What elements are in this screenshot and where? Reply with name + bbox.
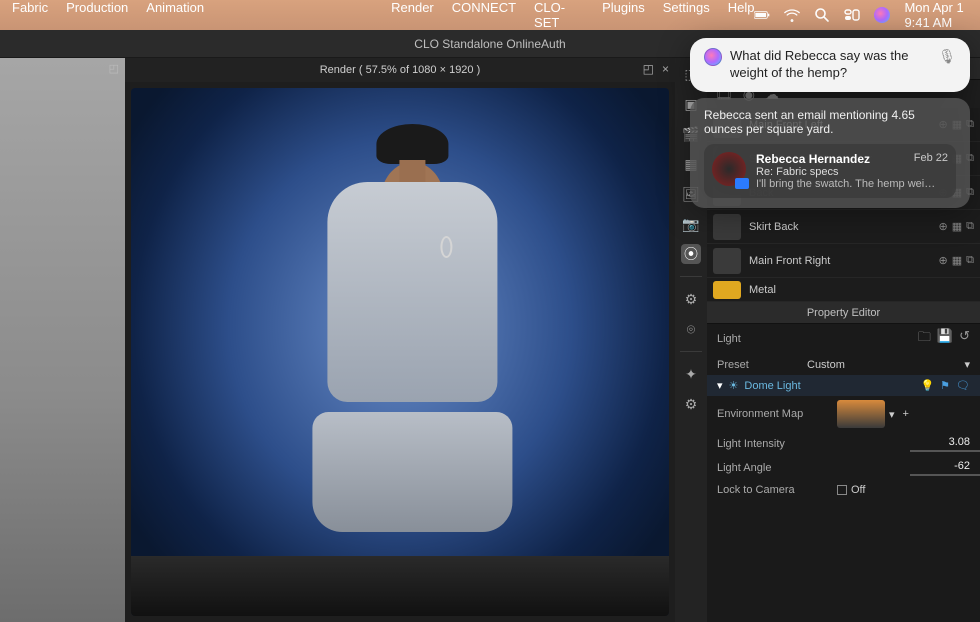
siri-orb-icon	[704, 48, 722, 66]
tool-gear-icon[interactable]: ⚙	[681, 289, 701, 309]
object-row[interactable]: Skirt Back ⊕ ▦ ⧉	[707, 210, 980, 244]
object-row[interactable]: Metal	[707, 278, 980, 302]
angle-value[interactable]: -62	[954, 460, 970, 472]
menu-help[interactable]: Help	[728, 0, 755, 30]
angle-slider[interactable]	[910, 474, 980, 476]
tool-snapshot-icon[interactable]: ⦿	[681, 244, 701, 264]
siri-overlay: What did Rebecca say was the weight of t…	[690, 38, 970, 208]
menu-production[interactable]: Production	[66, 0, 128, 30]
avatar-figure	[261, 162, 562, 595]
menu-render[interactable]: Render	[391, 0, 434, 30]
envmap-add-icon[interactable]: +	[903, 408, 909, 420]
lock-label: Lock to Camera	[717, 484, 837, 496]
wireframe-panel[interactable]: ◰	[0, 58, 125, 622]
siri-answer-bubble: Rebecca sent an email mentioning 4.65 ou…	[690, 98, 970, 208]
render-title: Render ( 57.5% of 1080 × 1920 )	[320, 64, 481, 76]
menu-connect[interactable]: CONNECT	[452, 0, 516, 30]
siri-query-text: What did Rebecca say was the weight of t…	[730, 48, 930, 82]
add-icon[interactable]: ⊕	[939, 254, 948, 267]
window-title: CLO Standalone OnlineAuth	[414, 37, 565, 51]
battery-icon[interactable]	[754, 7, 770, 23]
save-icon[interactable]: 💾	[937, 328, 953, 350]
lightbulb-icon[interactable]: 💡	[920, 379, 934, 392]
email-date: Feb 22	[914, 152, 948, 166]
render-popout-icon[interactable]: ◰	[643, 62, 654, 76]
menu-fabric[interactable]: Fabric	[12, 0, 48, 30]
lock-checkbox[interactable]	[837, 485, 847, 495]
tool-camera-icon[interactable]: 📷	[681, 214, 701, 234]
flag-icon[interactable]: ⚑	[940, 379, 950, 392]
control-center-icon[interactable]	[844, 7, 860, 23]
chat-icon[interactable]: 🗨	[956, 379, 970, 392]
object-label: Skirt Back	[749, 221, 939, 233]
tool-gear2-icon[interactable]: ⚙	[681, 394, 701, 414]
intensity-label: Light Intensity	[717, 438, 837, 450]
property-editor-panel: Property Editor Light 🗀 💾 ↺ Preset Custo…	[707, 302, 980, 622]
object-label: Metal	[749, 284, 974, 296]
intensity-slider[interactable]	[910, 450, 980, 452]
siri-query-bubble[interactable]: What did Rebecca say was the weight of t…	[690, 38, 970, 92]
search-icon[interactable]	[814, 7, 830, 23]
grid-icon[interactable]: ▦	[952, 254, 962, 267]
siri-answer-text: Rebecca sent an email mentioning 4.65 ou…	[704, 108, 956, 136]
intensity-value[interactable]: 3.08	[949, 436, 970, 448]
angle-label: Light Angle	[717, 462, 837, 474]
chevron-down-icon[interactable]: ▾	[964, 358, 970, 371]
copy-icon[interactable]: ⧉	[966, 220, 974, 233]
contact-name: Rebecca Hernandez	[756, 152, 870, 166]
object-label: Main Front Right	[749, 255, 939, 267]
contact-avatar	[712, 152, 746, 186]
preset-dropdown[interactable]: Custom	[807, 359, 964, 371]
menu-plugins[interactable]: Plugins	[602, 0, 645, 30]
menubar-datetime[interactable]: Mon Apr 1 9:41 AM	[904, 0, 968, 30]
envmap-thumbnail[interactable]	[837, 400, 885, 428]
open-folder-icon[interactable]: 🗀	[918, 328, 931, 350]
grid-icon[interactable]: ▦	[952, 220, 962, 233]
macos-menubar: Fabric Production Animation Render CONNE…	[0, 0, 980, 30]
tool-wand-icon[interactable]: ✦	[681, 364, 701, 384]
dome-light-row[interactable]: ▾ ☀ Dome Light 💡 ⚑ 🗨	[707, 375, 980, 396]
mail-badge-icon	[735, 178, 749, 189]
menu-animation[interactable]: Animation	[146, 0, 204, 30]
object-thumbnail	[713, 214, 741, 240]
email-preview: I'll bring the swatch. The hemp weighs..…	[756, 178, 936, 190]
menu-settings[interactable]: Settings	[663, 0, 710, 30]
reset-icon[interactable]: ↺	[959, 328, 970, 350]
mic-icon[interactable]: 🎙	[938, 48, 956, 65]
render-close-icon[interactable]: ×	[662, 62, 669, 76]
preset-label: Preset	[717, 359, 807, 371]
tool-capture-icon[interactable]: ⌾	[681, 319, 701, 339]
lock-value: Off	[851, 484, 865, 496]
light-label: Light	[717, 333, 807, 345]
object-thumbnail	[713, 248, 741, 274]
envmap-label: Environment Map	[717, 408, 837, 420]
email-subject: Re: Fabric specs	[756, 166, 948, 178]
add-icon[interactable]: ⊕	[939, 220, 948, 233]
popout-icon[interactable]: ◰	[109, 62, 119, 75]
render-viewport[interactable]	[131, 88, 669, 616]
envmap-chevron-icon[interactable]: ▾	[889, 408, 895, 421]
chevron-down-icon[interactable]: ▾	[717, 379, 723, 392]
siri-icon[interactable]	[874, 7, 890, 23]
dome-light-label: Dome Light	[744, 380, 800, 392]
render-panel: Render ( 57.5% of 1080 × 1920 ) ◰ ×	[125, 58, 675, 622]
menu-closet[interactable]: CLO-SET	[534, 0, 584, 30]
siri-email-card[interactable]: Rebecca Hernandez Feb 22 Re: Fabric spec…	[704, 144, 956, 198]
sun-icon: ☀	[729, 379, 739, 392]
copy-icon[interactable]: ⧉	[966, 254, 974, 267]
object-row[interactable]: Main Front Right ⊕ ▦ ⧉	[707, 244, 980, 278]
property-editor-title: Property Editor	[807, 307, 880, 319]
object-thumbnail	[713, 281, 741, 299]
wifi-icon[interactable]	[784, 7, 800, 23]
